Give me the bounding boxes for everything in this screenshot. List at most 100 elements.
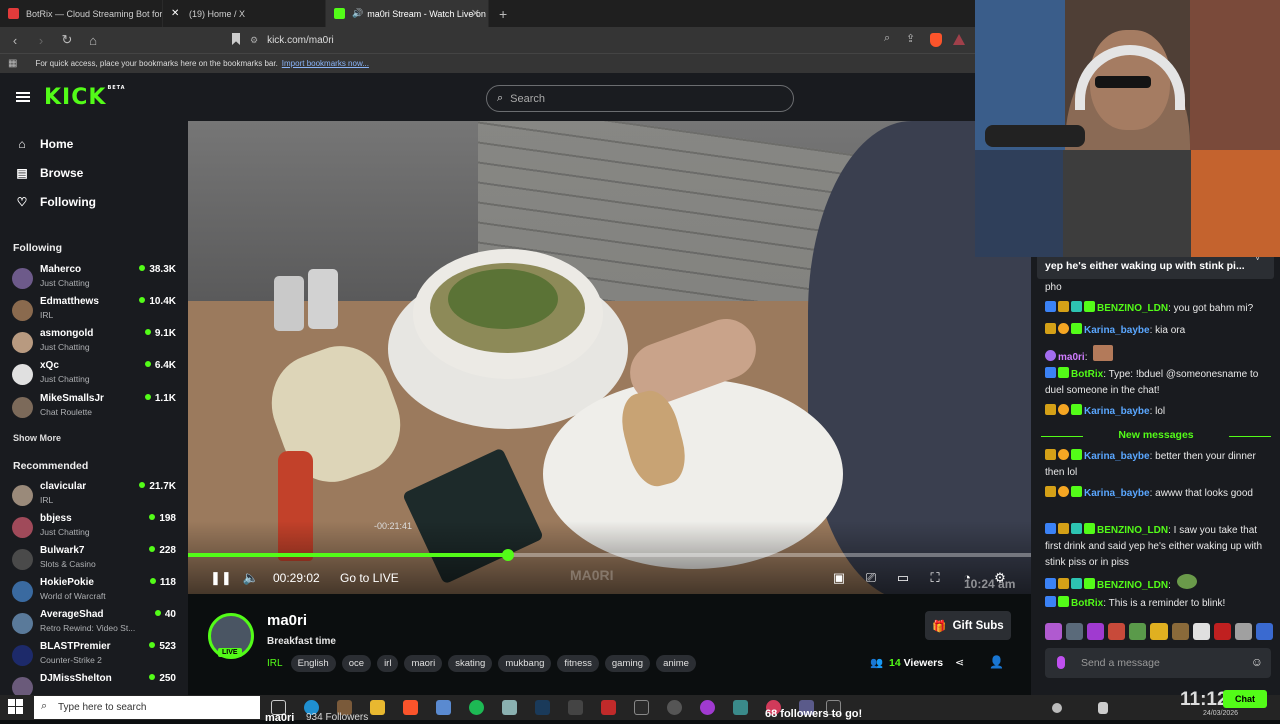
seek-bar[interactable] [188, 549, 1031, 561]
tag-pill[interactable]: skating [448, 655, 493, 672]
chat-send-button[interactable]: Chat [1223, 690, 1267, 708]
tag-pill[interactable]: maori [404, 655, 443, 672]
sidebar-nav-following[interactable]: ♡ Following [14, 195, 96, 209]
chat-username[interactable]: Karina_baybe [1084, 488, 1150, 499]
close-tab-icon[interactable]: ✕ [471, 7, 480, 20]
sidebar-channel[interactable]: MikeSmallsJr Chat Roulette 1.1K [12, 393, 176, 425]
chat-mic-icon[interactable] [1057, 656, 1065, 669]
tag-pill[interactable]: mukbang [498, 655, 552, 672]
hamburger-menu-icon[interactable] [16, 92, 30, 102]
chat-username[interactable]: Karina_baybe [1084, 451, 1150, 462]
emote-icon[interactable] [1087, 623, 1105, 640]
apps-grid-icon[interactable]: ▦ [8, 58, 17, 69]
emote-icon[interactable] [1171, 623, 1189, 640]
tab-x-home[interactable]: ✕ (19) Home / X [163, 0, 326, 27]
video-player[interactable]: -00:21:41 ❚❚ 🔈 00:29:02 Go to LIVE MA0RI… [188, 121, 1031, 594]
tag-pill[interactable]: oce [341, 655, 372, 672]
tag-pill[interactable]: fitness [557, 655, 599, 672]
chat-username[interactable]: Karina_baybe [1084, 325, 1150, 336]
emote-icon[interactable] [1066, 623, 1084, 640]
chevron-down-icon[interactable]: ˅ [1255, 257, 1260, 263]
tag-pill[interactable]: English [290, 655, 336, 672]
sidebar-nav-home[interactable]: ⌂ Home [14, 137, 73, 151]
sidebar-channel[interactable]: bbjess Just Chatting 198 [12, 513, 176, 545]
chat-username[interactable]: BENZINO_LDN [1097, 303, 1168, 314]
sidebar-channel[interactable]: AverageShad Retro Rewind: Video St... 40 [12, 609, 176, 641]
sidebar-nav-browse[interactable]: ▤ Browse [14, 166, 83, 180]
zoom-icon[interactable]: ⌕ [884, 32, 890, 45]
brave-rewards-icon[interactable] [953, 34, 965, 45]
brave-browser-icon[interactable] [403, 700, 418, 715]
steam-icon[interactable] [535, 700, 550, 715]
tab-botrix[interactable]: BotRix — Cloud Streaming Bot for Tw [0, 0, 163, 27]
tag-pill[interactable]: irl [377, 655, 399, 672]
import-bookmarks-link[interactable]: Import bookmarks now... [282, 59, 369, 68]
gift-subs-button[interactable]: 🎁 Gift Subs [925, 611, 1011, 640]
address-bar[interactable]: ⚙ kick.com/ma0ri [250, 30, 970, 50]
sidebar-channel[interactable]: xQc Just Chatting 6.4K [12, 360, 176, 392]
show-more-button[interactable]: Show More [13, 433, 61, 443]
reload-icon[interactable]: ↻ [56, 32, 78, 48]
app-icon[interactable] [601, 700, 616, 715]
new-tab-button[interactable]: + [499, 6, 507, 22]
sidebar-channel[interactable]: BLASTPremier Counter-Strike 2 523 [12, 641, 176, 673]
emote-icon[interactable] [1234, 623, 1252, 640]
chat-username[interactable]: BotRix [1071, 598, 1103, 609]
tag-pill[interactable]: gaming [604, 655, 651, 672]
emote-icon[interactable] [1213, 623, 1231, 640]
clip-icon[interactable]: ⎚ [862, 570, 880, 586]
tray-icon[interactable] [1098, 702, 1108, 714]
pinned-message[interactable]: yep he's either waking up with stink pi.… [1037, 257, 1274, 279]
site-info-icon[interactable]: ⚙ [250, 35, 258, 46]
app-icon[interactable] [700, 700, 715, 715]
share-icon[interactable]: ⇪ [906, 32, 915, 45]
emoji-icon[interactable]: ☺ [1251, 655, 1263, 669]
windows-start-icon[interactable] [8, 699, 24, 715]
channel-name[interactable]: ma0ri [267, 612, 307, 629]
taskbar-search-input[interactable]: ⌕ Type here to search [34, 696, 260, 719]
emote-icon[interactable] [1108, 623, 1126, 640]
epic-games-icon[interactable] [634, 700, 649, 715]
spotify-icon[interactable] [469, 700, 484, 715]
sidebar-channel[interactable]: DJMissShelton 250 [12, 673, 176, 695]
home-icon[interactable]: ⌂ [82, 33, 104, 48]
sidebar-channel[interactable]: Bulwark7 Slots & Casino 228 [12, 545, 176, 577]
file-explorer-icon[interactable] [370, 700, 385, 715]
app-icon[interactable] [502, 700, 517, 715]
sidebar-channel[interactable]: asmongold Just Chatting 9.1K [12, 328, 176, 360]
camera-icon[interactable] [568, 700, 583, 715]
chat-username[interactable]: BENZINO_LDN [1097, 580, 1168, 591]
chat-message-input[interactable]: Send a message ☺ [1045, 648, 1271, 678]
emote-icon[interactable] [1150, 623, 1168, 640]
sidebar-channel[interactable]: clavicular IRL 21.7K [12, 481, 176, 513]
emote-icon[interactable] [1045, 623, 1063, 640]
emote-icon[interactable] [1129, 623, 1147, 640]
back-icon[interactable]: ‹ [4, 33, 26, 48]
pause-icon[interactable]: ❚❚ [210, 570, 232, 586]
sidebar-channel[interactable]: HokiePokie World of Warcraft 118 [12, 577, 176, 609]
search-input[interactable]: ⌕ Search [486, 85, 794, 112]
miniplayer-icon[interactable]: ▣ [830, 570, 848, 586]
emote-icon[interactable] [1192, 623, 1210, 640]
kick-logo[interactable]: KICKBETA [44, 85, 126, 110]
tab-kick-ma0ri[interactable]: 🔊 ma0ri Stream - Watch Live on ✕ [326, 0, 489, 27]
volume-icon[interactable]: 🔈 [242, 570, 260, 586]
fullscreen-icon[interactable]: ⛶ [926, 570, 944, 586]
app-icon[interactable] [667, 700, 682, 715]
theater-mode-icon[interactable]: ▭ [894, 570, 912, 586]
chat-username[interactable]: BotRix [1071, 369, 1103, 380]
share-icon[interactable]: ⋖ [955, 656, 964, 669]
chat-username[interactable]: ma0ri [1058, 352, 1085, 363]
sidebar-channel[interactable]: Edmatthews IRL 10.4K [12, 296, 176, 328]
app-icon[interactable] [733, 700, 748, 715]
forward-icon[interactable]: › [30, 33, 52, 48]
sidebar-channel[interactable]: Maherco Just Chatting 38.3K [12, 264, 176, 296]
bookmark-icon[interactable] [232, 33, 240, 45]
go-to-live-button[interactable]: Go to LIVE [340, 571, 399, 585]
stream-category-link[interactable]: IRL [267, 658, 283, 669]
brave-shield-icon[interactable] [930, 33, 942, 47]
chat-username[interactable]: Karina_baybe [1084, 406, 1150, 417]
chat-username[interactable]: BENZINO_LDN [1097, 525, 1168, 536]
follow-user-icon[interactable]: 👤 [989, 655, 1004, 669]
store-icon[interactable] [436, 700, 451, 715]
